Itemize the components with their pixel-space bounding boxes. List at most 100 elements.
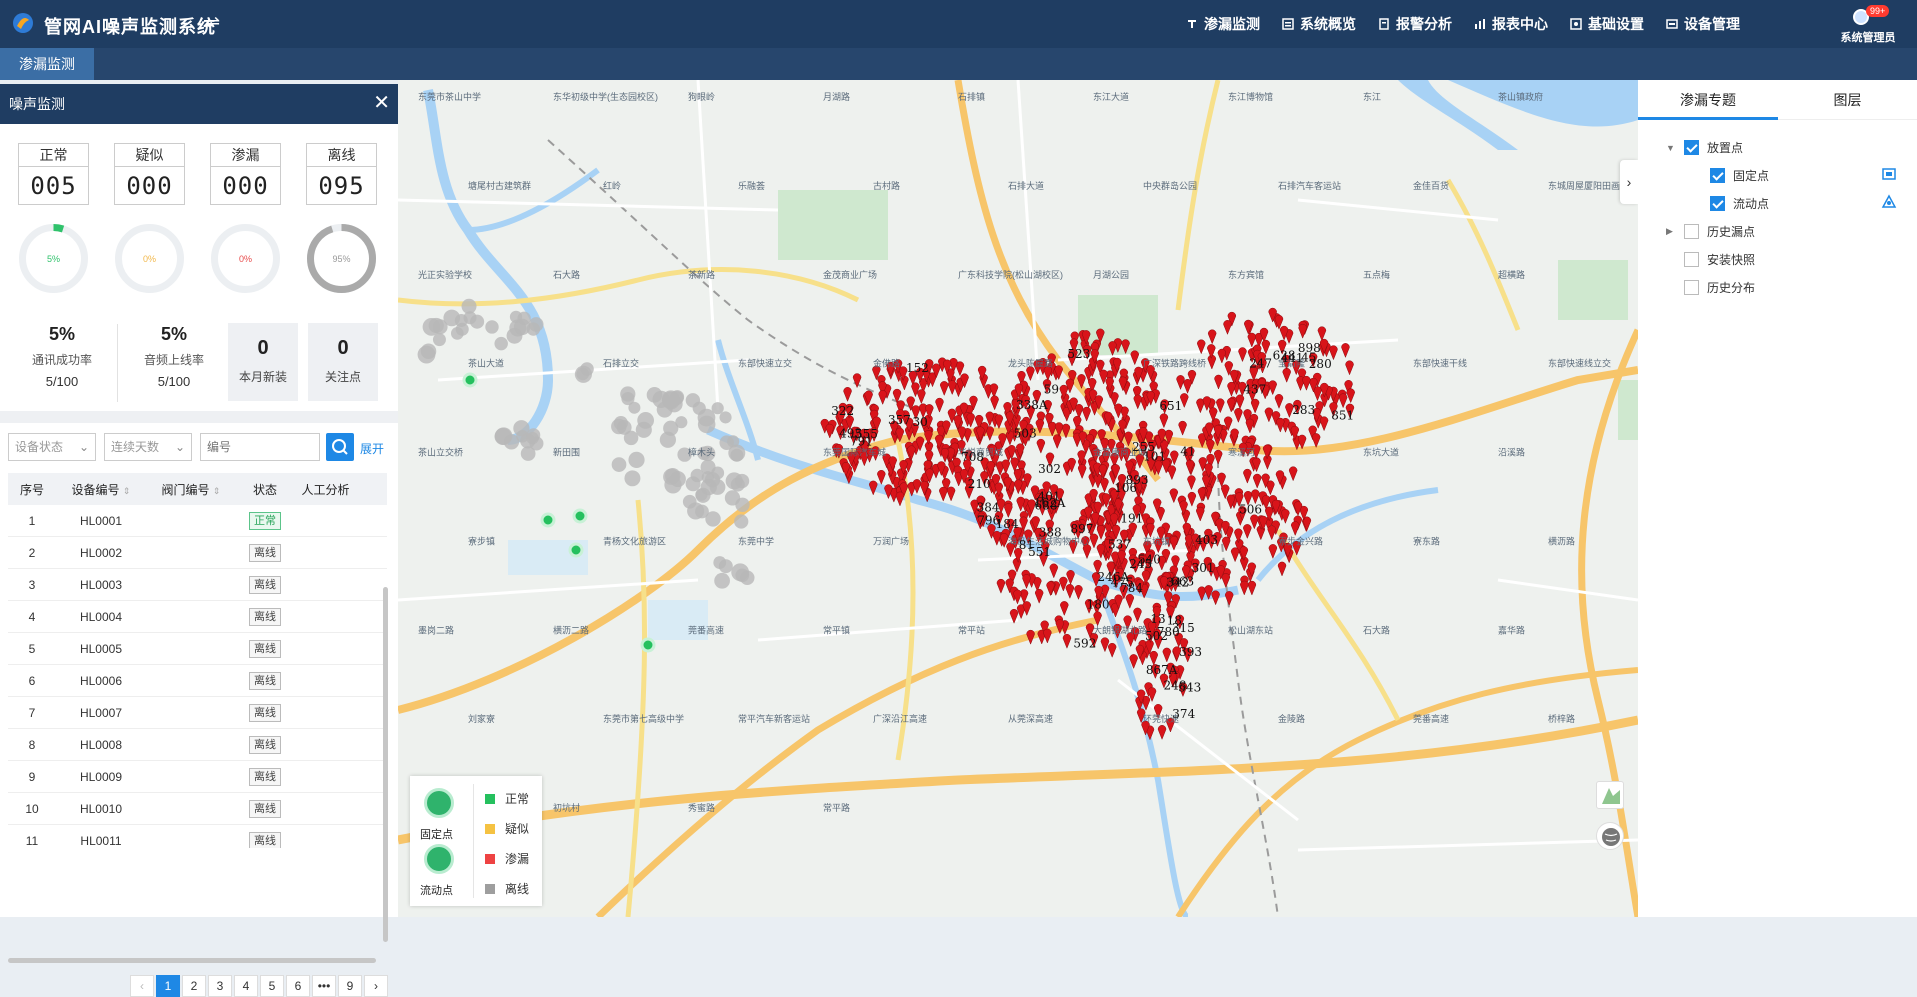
table-row[interactable]: 9 HL0009 离线	[8, 761, 387, 793]
normal-point-marker[interactable]	[572, 508, 588, 524]
page-button[interactable]: 2	[182, 975, 206, 997]
tree-item-placement[interactable]: ▼ 放置点	[1666, 139, 1743, 156]
consecutive-days-select[interactable]: 连续天数 ⌄	[104, 433, 192, 461]
page-button[interactable]: 9	[338, 975, 362, 997]
offline-point-marker[interactable]	[528, 317, 544, 332]
map-view[interactable]: 东莞市茶山中学 东华初级中学(生态园校区) 狗眼岭 月湖路 石排镇 东江大道 东江博物馆 东江…	[398, 80, 1638, 917]
offline-point-marker[interactable]	[734, 473, 750, 489]
offline-point-marker[interactable]	[659, 431, 676, 448]
table-row[interactable]: 11 HL0011 离线	[8, 825, 387, 848]
offline-point-marker[interactable]	[509, 319, 527, 337]
checkbox[interactable]	[1684, 140, 1699, 155]
tab-leak-monitor[interactable]: 渗漏监测	[0, 48, 94, 80]
offline-point-marker[interactable]	[494, 336, 508, 351]
nav-alarm-analysis[interactable]: 报警分析	[1367, 0, 1463, 48]
map-type-button[interactable]	[1596, 781, 1624, 809]
offline-point-marker[interactable]	[656, 401, 673, 418]
page-button[interactable]: 5	[260, 975, 284, 997]
table-row[interactable]: 6 HL0006 离线	[8, 665, 387, 697]
offline-point-marker[interactable]	[616, 420, 632, 435]
page-button[interactable]: 6	[286, 975, 310, 997]
new-this-month-card[interactable]: 0 本月新装	[228, 323, 298, 401]
tab-layers[interactable]: 图层	[1778, 80, 1917, 120]
checkbox[interactable]	[1684, 252, 1699, 267]
offline-point-marker[interactable]	[711, 402, 724, 415]
table-row[interactable]: 2 HL0002 离线	[8, 537, 387, 569]
offline-point-marker[interactable]	[628, 451, 645, 468]
tree-item-history-distribution[interactable]: 历史分布	[1684, 279, 1755, 296]
table-row[interactable]: 7 HL0007 离线	[8, 697, 387, 729]
tree-item-history-leak[interactable]: ▶ 历史漏点	[1666, 223, 1755, 240]
search-button[interactable]	[326, 433, 354, 461]
col-device-id[interactable]: 设备编号 ⇕	[56, 481, 146, 498]
tree-item-mobile[interactable]: 流动点	[1710, 195, 1769, 212]
offline-point-marker[interactable]	[432, 333, 446, 347]
collapse-right-panel-button[interactable]: ›	[1620, 160, 1638, 204]
checkbox[interactable]	[1710, 168, 1725, 183]
checkbox[interactable]	[1684, 280, 1699, 295]
normal-point-marker[interactable]	[568, 542, 584, 558]
next-page-button[interactable]: ›	[364, 975, 388, 997]
table-row[interactable]: 8 HL0008 离线	[8, 729, 387, 761]
number-input[interactable]	[200, 433, 320, 461]
map-canvas[interactable]: 东莞市茶山中学 东华初级中学(生态园校区) 狗眼岭 月湖路 石排镇 东江大道 东江博物馆 东江…	[398, 80, 1638, 917]
user-menu[interactable]: 99+ 系统管理员	[1828, 5, 1908, 45]
normal-point-marker[interactable]	[462, 372, 478, 388]
offline-point-marker[interactable]	[485, 320, 499, 334]
nav-report-center[interactable]: 报表中心	[1463, 0, 1559, 48]
offline-point-marker[interactable]	[697, 415, 716, 434]
nav-leak-monitor[interactable]: 渗漏监测	[1175, 0, 1271, 48]
offline-point-marker[interactable]	[574, 365, 592, 383]
page-button[interactable]: •••	[312, 975, 336, 997]
prev-page-button[interactable]: ‹	[130, 975, 154, 997]
offline-point-marker[interactable]	[727, 435, 740, 448]
offline-point-marker[interactable]	[494, 427, 513, 445]
checkbox[interactable]	[1684, 224, 1699, 239]
offline-point-marker[interactable]	[621, 392, 635, 406]
tree-item-install-snapshot[interactable]: 安装快照	[1684, 251, 1755, 268]
offline-point-marker[interactable]	[692, 401, 706, 415]
table-row[interactable]: 10 HL0010 离线	[8, 793, 387, 825]
offline-point-marker[interactable]	[724, 490, 741, 506]
table-row[interactable]: 5 HL0005 离线	[8, 633, 387, 665]
sort-icon[interactable]: ⇕	[213, 486, 221, 496]
offline-point-marker[interactable]	[663, 468, 680, 485]
offline-point-marker[interactable]	[637, 412, 655, 429]
offline-point-marker[interactable]	[682, 494, 697, 509]
tree-item-fixed[interactable]: 固定点	[1710, 167, 1769, 184]
checkbox[interactable]	[1710, 196, 1725, 211]
offline-point-marker[interactable]	[734, 514, 749, 529]
vertical-scrollbar[interactable]	[383, 587, 388, 942]
offline-point-marker[interactable]	[611, 457, 627, 472]
caret-right-icon[interactable]: ▶	[1666, 226, 1678, 237]
offline-point-marker[interactable]	[675, 416, 688, 429]
normal-point-marker[interactable]	[540, 512, 556, 528]
sort-icon[interactable]: ⇕	[123, 486, 131, 496]
page-button[interactable]: 4	[234, 975, 258, 997]
expand-link[interactable]: 展开	[360, 440, 384, 457]
offline-point-marker[interactable]	[730, 448, 744, 462]
offline-point-marker[interactable]	[417, 345, 436, 364]
col-valve-id[interactable]: 阀门编号 ⇕	[146, 481, 236, 498]
offline-point-marker[interactable]	[735, 568, 750, 583]
close-icon[interactable]: ✕	[373, 93, 390, 113]
nav-basic-settings[interactable]: 基础设置	[1559, 0, 1655, 48]
offline-point-marker[interactable]	[646, 387, 663, 403]
offline-point-marker[interactable]	[624, 470, 641, 487]
offline-point-marker[interactable]	[520, 446, 536, 461]
offline-point-marker[interactable]	[719, 411, 732, 424]
offline-point-marker[interactable]	[718, 559, 733, 574]
globe-button[interactable]	[1596, 822, 1624, 850]
switch-system-icon[interactable]: ⇌	[205, 12, 220, 33]
tab-leak-topic[interactable]: 渗漏专题	[1638, 80, 1778, 120]
followed-card[interactable]: 0 关注点	[308, 323, 378, 401]
normal-point-marker[interactable]	[640, 637, 656, 653]
device-status-select[interactable]: 设备状态 ⌄	[8, 433, 96, 461]
table-row[interactable]: 4 HL0004 离线	[8, 601, 387, 633]
page-button[interactable]: 3	[208, 975, 232, 997]
offline-point-marker[interactable]	[428, 317, 444, 334]
nav-system-overview[interactable]: 系统概览	[1271, 0, 1367, 48]
offline-point-marker[interactable]	[470, 314, 485, 329]
message-badge[interactable]: 99+	[1866, 5, 1890, 17]
nav-device-management[interactable]: 设备管理	[1655, 0, 1751, 48]
